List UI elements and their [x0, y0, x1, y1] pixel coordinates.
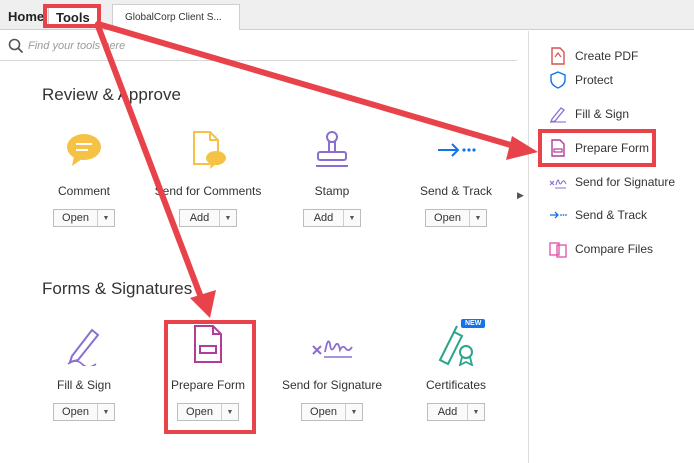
create-pdf-icon [551, 47, 565, 65]
tool-card-send-for-signature[interactable]: Send for Signature Open ▼ [272, 322, 392, 421]
stamp-icon [316, 131, 348, 167]
fill-sign-icon [67, 328, 100, 366]
panel-item-send-for-signature[interactable]: Send for Signature [549, 172, 675, 192]
open-button[interactable]: Open ▼ [301, 403, 363, 421]
panel-item-send-track[interactable]: Send & Track [549, 205, 647, 225]
tab-home[interactable]: Home [8, 9, 44, 24]
tool-label: Stamp [314, 184, 350, 198]
panel-item-create-pdf[interactable]: Create PDF [549, 46, 638, 66]
send-for-signature-icon [549, 179, 567, 189]
comment-icon [67, 134, 101, 166]
highlight-prepare-form-panel [538, 129, 656, 167]
certificates-icon [438, 325, 474, 366]
tab-document[interactable]: GlobalCorp Client S... [112, 4, 240, 30]
new-badge: NEW [461, 319, 486, 328]
dropdown-caret-icon[interactable]: ▼ [98, 210, 114, 226]
tab-bar: Home Tools GlobalCorp Client S... [0, 0, 694, 30]
dropdown-caret-icon[interactable]: ▼ [346, 404, 362, 420]
highlight-tools-tab [43, 4, 101, 28]
tool-card-send-for-comments[interactable]: Send for Comments Add ▼ [148, 128, 268, 227]
send-track-icon [550, 211, 567, 219]
panel-item-compare-files[interactable]: Compare Files [549, 239, 653, 259]
tool-label: Send for Comments [154, 184, 262, 198]
open-button[interactable]: Open ▼ [53, 209, 115, 227]
search-icon [8, 38, 24, 54]
send-for-comments-icon [193, 131, 226, 169]
dropdown-caret-icon[interactable]: ▼ [98, 404, 114, 420]
dropdown-caret-icon[interactable]: ▼ [220, 210, 236, 226]
open-button[interactable]: Open ▼ [53, 403, 115, 421]
tool-label: Fill & Sign [56, 378, 112, 392]
dropdown-caret-icon[interactable]: ▼ [470, 210, 486, 226]
section-title-forms: Forms & Signatures [42, 279, 193, 298]
panel-item-protect[interactable]: Protect [549, 70, 613, 90]
section-title-review: Review & Approve [42, 85, 181, 104]
search-input[interactable] [28, 37, 228, 55]
send-for-signature-icon [312, 340, 353, 358]
tool-card-certificates[interactable]: Certificates Add ▼ [396, 322, 516, 421]
send-track-icon [438, 143, 476, 157]
right-tools-panel: Create PDF Protect Fill & Sign Prepare F… [528, 31, 694, 463]
shield-icon [550, 71, 566, 89]
open-button[interactable]: Open ▼ [425, 209, 487, 227]
tool-card-fill-sign[interactable]: Fill & Sign Open ▼ [24, 322, 144, 421]
dropdown-caret-icon[interactable]: ▼ [468, 404, 484, 420]
tool-card-stamp[interactable]: Stamp Add ▼ [272, 128, 392, 227]
arrowhead-down-icon [190, 290, 216, 318]
tool-label: Send & Track [419, 184, 493, 198]
tools-search-bar [0, 31, 517, 61]
add-button[interactable]: Add ▼ [179, 209, 237, 227]
panel-item-fill-sign[interactable]: Fill & Sign [549, 104, 629, 124]
tool-label: Send for Signature [281, 378, 383, 392]
highlight-prepare-form-card [164, 320, 256, 434]
tool-card-send-track[interactable]: Send & Track Open ▼ [396, 128, 516, 227]
collapse-panel-arrow-icon[interactable]: ▶ [517, 190, 524, 201]
add-button[interactable]: Add ▼ [303, 209, 361, 227]
tool-label: Certificates [425, 378, 487, 392]
add-button[interactable]: Add ▼ [427, 403, 485, 421]
compare-files-icon [549, 242, 567, 258]
dropdown-caret-icon[interactable]: ▼ [344, 210, 360, 226]
fill-sign-icon [550, 107, 566, 123]
tool-card-comment[interactable]: Comment Open ▼ [24, 128, 144, 227]
tool-label: Comment [57, 184, 110, 198]
